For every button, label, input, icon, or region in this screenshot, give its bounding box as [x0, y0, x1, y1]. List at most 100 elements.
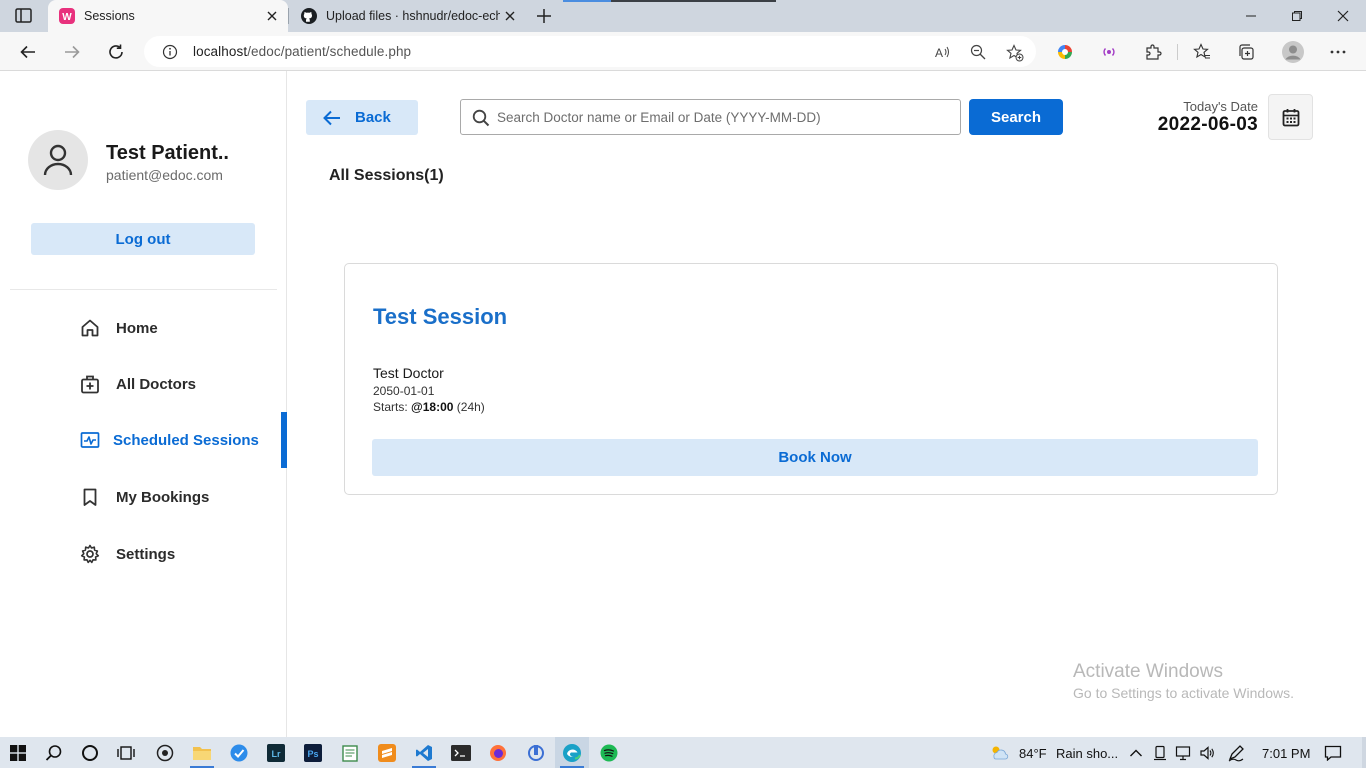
sidebar-item-label: Scheduled Sessions — [113, 431, 259, 449]
lightroom-icon[interactable]: Lr — [266, 743, 286, 763]
windows-start-icon[interactable] — [8, 743, 28, 763]
address-bar[interactable]: localhost/edoc/patient/schedule.php A — [144, 36, 1036, 67]
sidebar-item-label: Settings — [116, 545, 176, 563]
extension-broadcast-icon[interactable] — [1100, 43, 1118, 61]
tab-title: Sessions — [84, 9, 135, 23]
tab-loading-indicator — [563, 0, 776, 2]
search-input[interactable] — [497, 101, 952, 133]
extension-google-icon[interactable] — [1056, 43, 1074, 61]
sidebar-item-settings[interactable]: Settings — [0, 534, 287, 574]
minimize-icon[interactable] — [1228, 0, 1274, 32]
back-arrow-icon[interactable] — [16, 40, 40, 64]
zoom-icon[interactable] — [970, 44, 986, 60]
sidebar-item-label: My Bookings — [116, 488, 210, 506]
firefox-icon[interactable] — [488, 743, 508, 763]
book-now-button[interactable]: Book Now — [372, 439, 1258, 476]
tab-upload-files[interactable]: Upload files · hshnudr/edoc-echa — [290, 0, 526, 32]
pen-icon[interactable] — [1226, 743, 1246, 763]
logout-button[interactable]: Log out — [31, 223, 255, 255]
wamp-icon: W — [59, 8, 75, 24]
today-date-value: 2022-06-03 — [1157, 114, 1258, 135]
close-tab-icon[interactable] — [500, 6, 520, 26]
favorites-icon[interactable] — [1193, 43, 1211, 61]
session-title: Test Session — [373, 304, 508, 329]
volume-icon[interactable] — [1197, 743, 1217, 763]
profile-avatar-icon[interactable] — [1282, 41, 1304, 63]
notepad-icon[interactable] — [340, 743, 360, 763]
activate-windows-subtitle: Go to Settings to activate Windows. — [1073, 685, 1294, 701]
spotify-icon[interactable] — [599, 743, 619, 763]
svg-text:A: A — [935, 46, 943, 60]
svg-text:Lr: Lr — [272, 749, 281, 759]
terminal-icon[interactable] — [451, 743, 471, 763]
tab-actions-icon[interactable] — [14, 7, 34, 25]
read-aloud-icon[interactable]: A — [934, 44, 950, 60]
browser-tab-bar: W Sessions Upload files · hshnudr/edoc-e… — [0, 0, 1366, 32]
task-view-icon[interactable] — [116, 743, 136, 763]
network-icon[interactable] — [1173, 743, 1193, 763]
gear-icon — [79, 543, 101, 565]
user-icon — [43, 144, 73, 176]
back-button[interactable]: Back — [306, 100, 418, 135]
obs-icon[interactable] — [155, 743, 175, 763]
weather-description: Rain sho... — [1056, 746, 1119, 761]
sidebar-item-home[interactable]: Home — [0, 308, 287, 348]
clock-time[interactable]: 7:01 PM — [1262, 746, 1310, 761]
toolbar-divider — [1177, 44, 1178, 60]
close-tab-icon[interactable] — [262, 6, 282, 26]
sidebar-item-label: Home — [116, 319, 158, 337]
site-info-icon[interactable] — [162, 44, 178, 60]
page-title: All Sessions(1) — [329, 167, 444, 184]
sublime-text-icon[interactable] — [377, 743, 397, 763]
svg-text:Ps: Ps — [307, 749, 318, 759]
notification-icon[interactable] — [1323, 743, 1343, 763]
vscode-icon[interactable] — [414, 743, 434, 763]
close-window-icon[interactable] — [1320, 0, 1366, 32]
new-tab-icon[interactable] — [534, 6, 554, 26]
browser-toolbar: localhost/edoc/patient/schedule.php A — [0, 32, 1366, 71]
app-page: Test Patient.. patient@edoc.com Log out … — [0, 71, 1366, 737]
sidebar-item-scheduled-sessions[interactable]: Scheduled Sessions — [0, 412, 287, 468]
extensions-puzzle-icon[interactable] — [1144, 43, 1162, 61]
more-options-icon[interactable] — [1329, 43, 1347, 61]
url-text: localhost/edoc/patient/schedule.php — [193, 44, 412, 59]
forward-arrow-icon[interactable] — [60, 40, 84, 64]
schedule-icon — [79, 429, 101, 451]
search-button[interactable]: Search — [969, 99, 1063, 135]
refresh-icon[interactable] — [104, 40, 128, 64]
sidebar-item-my-bookings[interactable]: My Bookings — [0, 477, 287, 517]
app-icon[interactable] — [526, 743, 546, 763]
search-icon[interactable] — [44, 743, 64, 763]
sidebar-item-all-doctors[interactable]: All Doctors — [0, 364, 287, 404]
calendar-button[interactable] — [1268, 94, 1313, 140]
github-icon — [301, 8, 317, 24]
bookmark-icon — [79, 486, 101, 508]
sidebar: Test Patient.. patient@edoc.com Log out … — [0, 71, 287, 737]
session-card: Test Session Test Doctor 2050-01-01 Star… — [344, 263, 1278, 495]
device-icon[interactable] — [1150, 743, 1170, 763]
profile-email: patient@edoc.com — [106, 167, 223, 183]
today-date-label: Today's Date — [1183, 99, 1258, 114]
home-icon — [79, 317, 101, 339]
restore-icon[interactable] — [1274, 0, 1320, 32]
show-desktop-button[interactable] — [1362, 737, 1366, 768]
todo-icon[interactable] — [229, 743, 249, 763]
sidebar-item-label: All Doctors — [116, 375, 197, 393]
sidebar-divider — [10, 289, 277, 290]
back-button-label: Back — [355, 109, 391, 126]
edge-icon[interactable] — [562, 743, 582, 763]
search-box — [460, 99, 961, 135]
active-indicator — [281, 412, 287, 468]
file-explorer-icon[interactable] — [192, 743, 212, 763]
collections-icon[interactable] — [1237, 43, 1255, 61]
doctor-bag-icon — [79, 373, 101, 395]
photoshop-icon[interactable]: Ps — [303, 743, 323, 763]
tab-sessions[interactable]: W Sessions — [48, 0, 288, 32]
add-favorite-icon[interactable] — [1006, 44, 1024, 62]
avatar — [28, 130, 88, 190]
chevron-up-icon[interactable] — [1126, 743, 1146, 763]
tab-divider — [288, 8, 289, 24]
weather-icon[interactable] — [989, 743, 1009, 763]
session-date: 2050-01-01 — [373, 384, 435, 398]
cortana-icon[interactable] — [80, 743, 100, 763]
